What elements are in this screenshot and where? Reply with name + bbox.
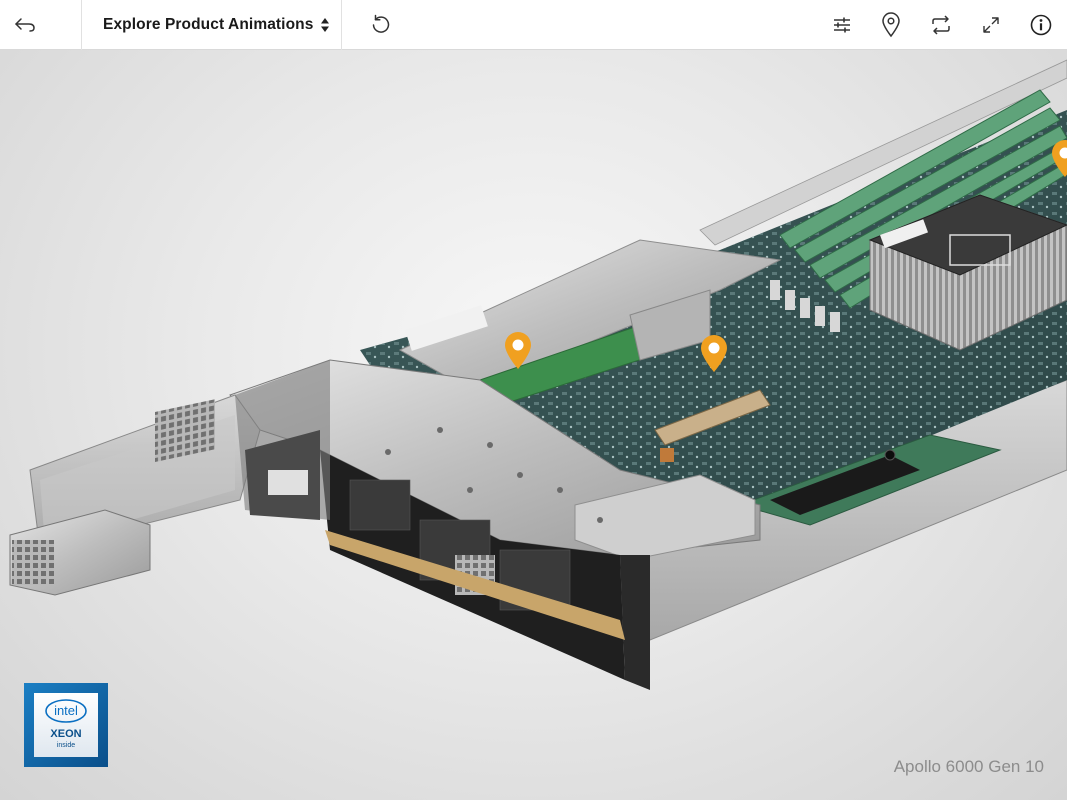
info-icon bbox=[1030, 14, 1052, 36]
hotspot-pin[interactable] bbox=[699, 333, 729, 378]
reset-rotate-icon bbox=[372, 14, 390, 33]
location-pin-icon bbox=[505, 332, 531, 369]
hotspot-pin[interactable] bbox=[1050, 138, 1067, 183]
toolbar-divider bbox=[341, 0, 342, 50]
back-arrow-icon bbox=[15, 18, 35, 32]
toolbar: Explore Product Animations bbox=[0, 0, 1067, 50]
location-pin-icon bbox=[882, 12, 900, 38]
hotspot-pin[interactable] bbox=[503, 330, 533, 375]
fullscreen-button[interactable] bbox=[966, 0, 1016, 50]
location-pin-icon bbox=[701, 335, 727, 372]
back-button[interactable] bbox=[0, 0, 50, 50]
hotspots-button[interactable] bbox=[866, 0, 916, 50]
rotate-button[interactable] bbox=[916, 0, 966, 50]
animation-select-label: Explore Product Animations bbox=[103, 16, 314, 33]
location-pin-icon bbox=[1052, 140, 1067, 177]
info-button[interactable] bbox=[1016, 0, 1066, 50]
rotate-view-icon bbox=[932, 15, 950, 35]
filter-button[interactable] bbox=[817, 0, 867, 50]
svg-text:inside: inside bbox=[57, 742, 75, 749]
3d-viewer[interactable]: intel XEON inside Apollo 6000 Gen 10 bbox=[0, 50, 1067, 800]
intel-xeon-logo: intel XEON inside bbox=[24, 683, 108, 767]
model-name-label: Apollo 6000 Gen 10 bbox=[893, 757, 1044, 776]
reset-button[interactable] bbox=[356, 0, 406, 50]
animation-select[interactable]: Explore Product Animations bbox=[82, 0, 340, 50]
fullscreen-icon bbox=[983, 17, 999, 33]
svg-text:intel: intel bbox=[54, 703, 78, 718]
svg-text:XEON: XEON bbox=[50, 728, 81, 740]
sort-arrows-icon bbox=[321, 18, 329, 32]
filter-sliders-icon bbox=[834, 17, 850, 33]
server-model[interactable] bbox=[0, 50, 1067, 800]
